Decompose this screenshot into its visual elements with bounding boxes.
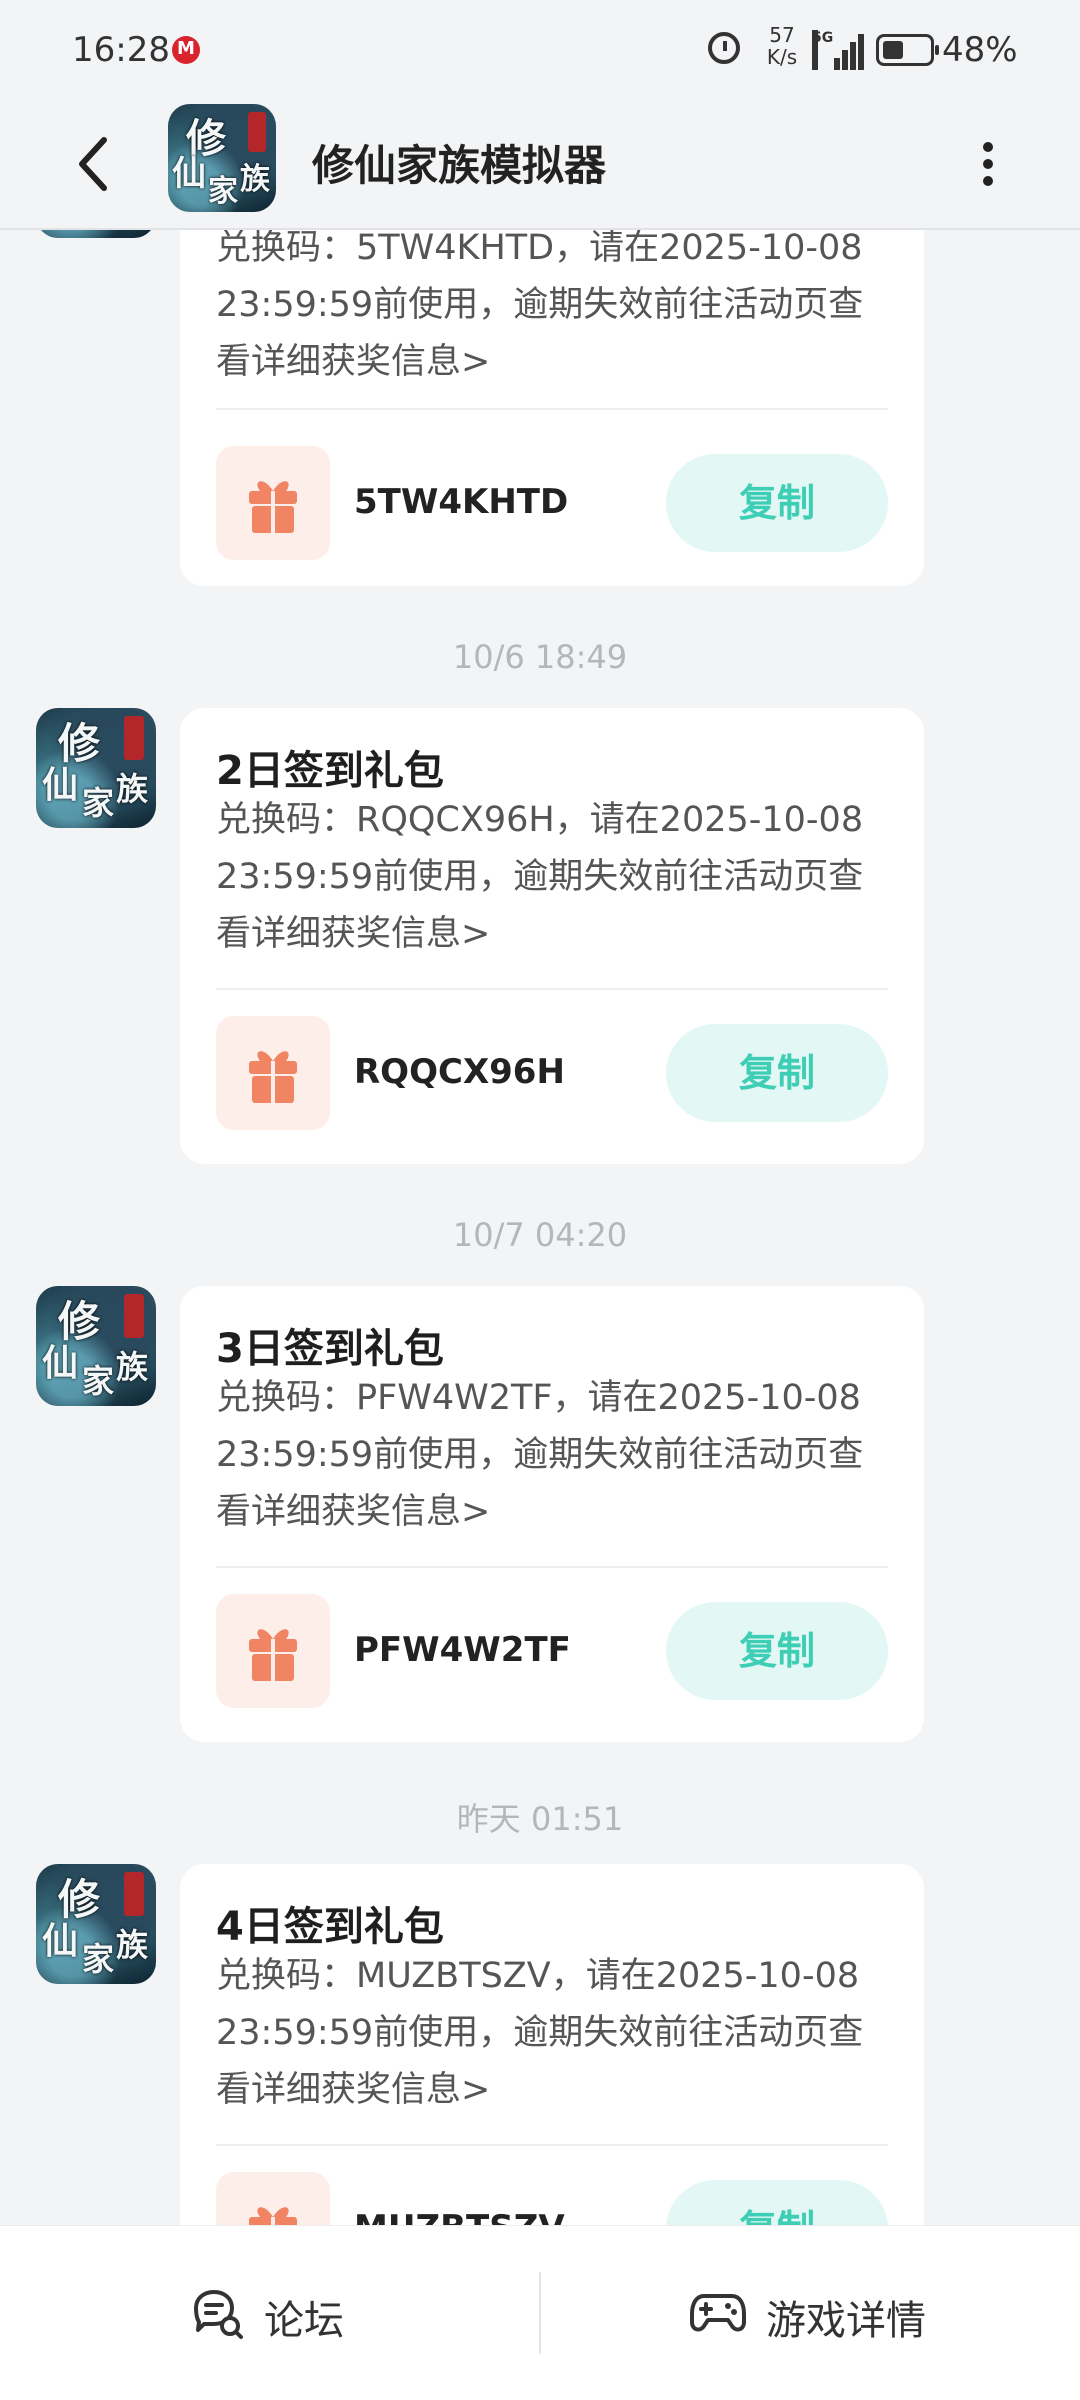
carrier-icon bbox=[172, 36, 200, 64]
network-speed: 57 K/s bbox=[760, 24, 804, 68]
message-timestamp: 10/7 04:20 bbox=[452, 1216, 628, 1254]
sender-avatar: 修 仙 家 族 bbox=[36, 1864, 156, 1984]
status-bar: 16:28 57 K/s 5G 48% bbox=[0, 0, 1080, 104]
signal-icon: 5G bbox=[812, 28, 866, 70]
gift-icon-tile bbox=[216, 2172, 330, 2226]
copy-button[interactable]: 复制 bbox=[666, 2180, 888, 2226]
status-time: 16:28 bbox=[72, 30, 170, 70]
page-title: 修仙家族模拟器 bbox=[312, 141, 607, 190]
message-body[interactable]: 兑换码：RQQCX96H，请在2025-10-08 23:59:59前使用，逾期… bbox=[216, 792, 888, 963]
network-speed-unit: K/s bbox=[766, 45, 798, 69]
gift-icon bbox=[249, 1629, 297, 1681]
copy-button[interactable]: 复制 bbox=[666, 1602, 888, 1700]
gift-icon-tile bbox=[216, 1594, 330, 1708]
game-details-button[interactable]: 游戏详情 bbox=[690, 2272, 950, 2354]
message-body[interactable]: 兑换码：MUZBTSZV，请在2025-10-08 23:59:59前使用，逾期… bbox=[216, 1948, 888, 2119]
redeem-code: MUZBTSZV bbox=[354, 2208, 565, 2226]
message-title: 4日签到礼包 bbox=[216, 1904, 444, 1950]
game-details-label: 游戏详情 bbox=[766, 2298, 926, 2344]
message-timestamp: 昨天 01:51 bbox=[456, 1800, 624, 1838]
gift-icon bbox=[249, 481, 297, 533]
back-arrow-icon[interactable] bbox=[64, 132, 128, 196]
copy-button[interactable]: 复制 bbox=[666, 1024, 888, 1122]
gift-icon bbox=[249, 1051, 297, 1103]
message-timestamp: 10/6 18:49 bbox=[452, 638, 628, 676]
alarm-icon bbox=[708, 32, 740, 64]
message-card: 2日签到礼包 兑换码：RQQCX96H，请在2025-10-08 23:59:5… bbox=[180, 708, 924, 1164]
copy-button[interactable]: 复制 bbox=[666, 454, 888, 552]
redeem-code: 5TW4KHTD bbox=[354, 482, 569, 522]
redeem-code: RQQCX96H bbox=[354, 1052, 565, 1092]
gift-icon-tile bbox=[216, 446, 330, 560]
message-body[interactable]: 兑换码：PFW4W2TF，请在2025-10-08 23:59:59前使用，逾期… bbox=[216, 1370, 888, 1541]
forum-chat-icon bbox=[194, 2290, 243, 2339]
forum-button[interactable]: 论坛 bbox=[190, 2272, 390, 2354]
nav-divider bbox=[539, 2272, 541, 2354]
more-vertical-icon[interactable] bbox=[968, 132, 1008, 196]
divider bbox=[216, 1566, 888, 1568]
redeem-code: PFW4W2TF bbox=[354, 1630, 571, 1670]
network-type: 5G bbox=[812, 30, 833, 70]
message-feed[interactable]: 兑换码：5TW4KHTD，请在2025-10-08 23:59:59前使用，逾期… bbox=[0, 228, 1080, 2226]
gift-icon-tile bbox=[216, 1016, 330, 1130]
battery-percent: 48% bbox=[942, 30, 1018, 70]
message-card: 4日签到礼包 兑换码：MUZBTSZV，请在2025-10-08 23:59:5… bbox=[180, 1864, 924, 2226]
message-title: 3日签到礼包 bbox=[216, 1326, 444, 1372]
message-card: 兑换码：5TW4KHTD，请在2025-10-08 23:59:59前使用，逾期… bbox=[180, 228, 924, 586]
forum-label: 论坛 bbox=[264, 2298, 344, 2344]
divider bbox=[216, 408, 888, 410]
message-body[interactable]: 兑换码：5TW4KHTD，请在2025-10-08 23:59:59前使用，逾期… bbox=[216, 228, 888, 391]
bottom-nav: 论坛 游戏详情 bbox=[0, 2226, 1080, 2400]
battery-icon bbox=[876, 34, 939, 66]
top-app-bar: 修 仙 家 族 修仙家族模拟器 bbox=[0, 104, 1080, 230]
divider bbox=[216, 2144, 888, 2146]
sender-avatar: 修 仙 家 族 bbox=[36, 708, 156, 828]
gift-icon bbox=[249, 2207, 297, 2226]
message-card: 3日签到礼包 兑换码：PFW4W2TF，请在2025-10-08 23:59:5… bbox=[180, 1286, 924, 1742]
message-title: 2日签到礼包 bbox=[216, 748, 444, 794]
sender-avatar: 修 仙 家 族 bbox=[36, 1286, 156, 1406]
network-speed-value: 57 bbox=[769, 23, 795, 47]
divider bbox=[216, 988, 888, 990]
game-app-icon[interactable]: 修 仙 家 族 bbox=[168, 104, 276, 212]
gamepad-icon bbox=[690, 2294, 746, 2332]
